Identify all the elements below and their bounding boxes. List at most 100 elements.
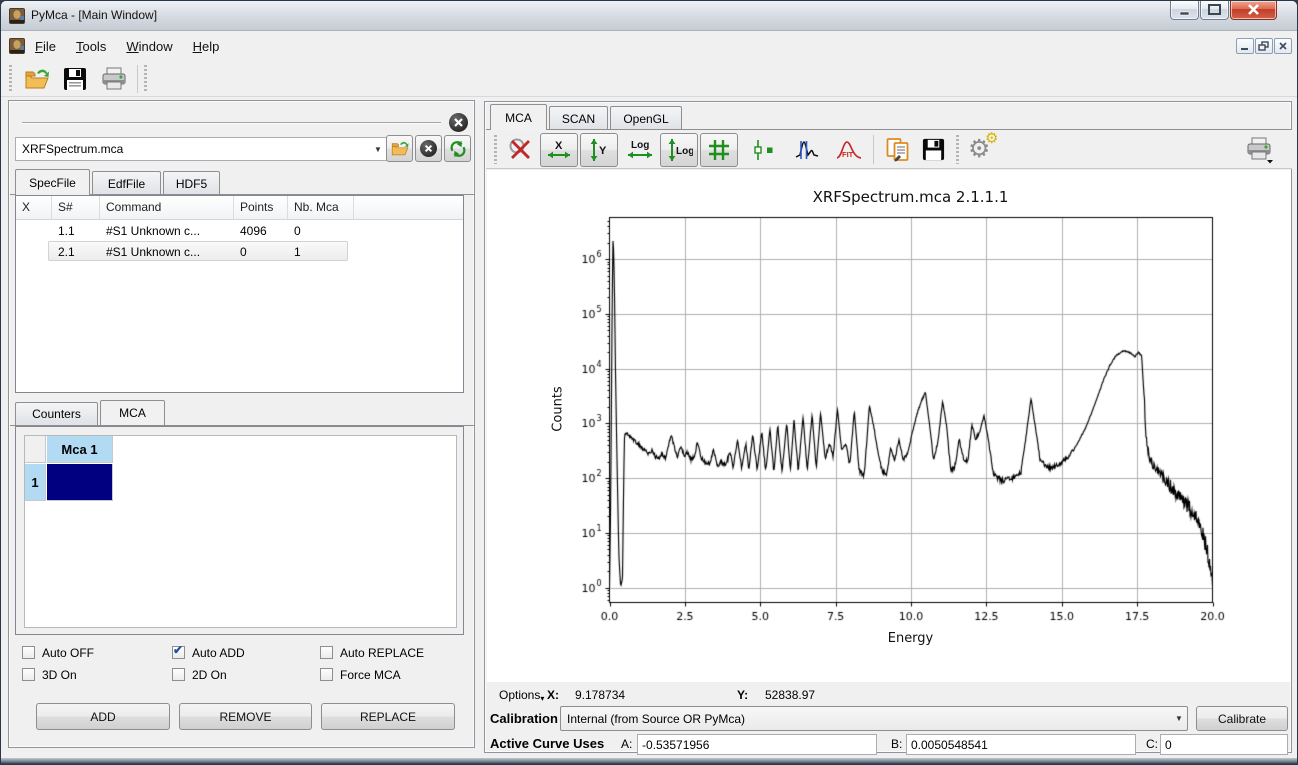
tab-baseline (10, 425, 475, 426)
mca-row-header[interactable]: 1 (25, 464, 46, 501)
mca-column-header[interactable]: Mca 1 (47, 436, 113, 463)
mca-table: Mca 1 1 (24, 435, 457, 628)
plugins-gear-icon[interactable]: ⚙ ⚙ (964, 131, 1004, 167)
replace-button[interactable]: REPLACE (321, 703, 455, 730)
options-button[interactable]: Options▾ (499, 688, 544, 702)
refresh-file-button[interactable] (444, 135, 471, 162)
tab-view-scan[interactable]: SCAN (549, 106, 608, 130)
menu-tools[interactable]: Tools (66, 35, 116, 58)
mdi-close-button[interactable] (1274, 38, 1292, 54)
col-header-s[interactable]: S# (52, 196, 100, 219)
plot-panel: MCA SCAN OpenGL X Y Log Log FIT (484, 101, 1292, 753)
svg-text:Y: Y (599, 145, 607, 157)
scan-table: X S# Command Points Nb. Mca 1.1 #S1 Unkn… (15, 195, 464, 393)
checkbox-box: ✔ (172, 646, 185, 659)
mca-table-corner (25, 436, 46, 463)
zoom-reset-icon[interactable] (502, 133, 538, 166)
cursor-y-value: 52838.97 (765, 688, 815, 702)
checkbox-auto-add[interactable]: ✔Auto ADD (172, 646, 245, 660)
scan-row-2[interactable]: 2.1 #S1 Unknown c... 0 1 (16, 241, 463, 262)
add-button[interactable]: ADD (36, 703, 170, 730)
x-autoscale-button[interactable]: X (540, 133, 578, 167)
svg-text:FIT: FIT (842, 150, 854, 159)
coef-b-input[interactable]: 0.0050548541 (906, 734, 1136, 755)
combo-arrow-icon: ▼ (370, 145, 386, 154)
cursor-x-value: 9.178734 (575, 688, 625, 702)
print-plot-icon[interactable] (1237, 133, 1281, 166)
checkbox-box: ✔ (320, 646, 333, 659)
window-close-button[interactable] (1230, 1, 1277, 20)
calibrate-button[interactable]: Calibrate (1196, 706, 1288, 731)
close-file-button[interactable] (415, 135, 442, 162)
open-file-button[interactable] (386, 135, 413, 162)
col-header-x[interactable]: X (16, 196, 52, 219)
tab-counters[interactable]: Counters (15, 402, 98, 425)
fit-icon[interactable]: FIT (830, 133, 868, 166)
cursor-x-label: X: (547, 688, 559, 702)
coef-a-input[interactable]: -0.53571956 (637, 734, 877, 755)
col-header-points[interactable]: Points (234, 196, 288, 219)
menu-window[interactable]: Window (116, 35, 182, 58)
tab-specfile[interactable]: SpecFile (15, 169, 90, 195)
menu-bar: File Tools Window Help (1, 31, 1297, 61)
tab-view-mca[interactable]: MCA (490, 104, 547, 130)
save-plot-icon[interactable] (916, 133, 950, 166)
svg-text:Log: Log (676, 146, 693, 157)
col-header-nbmca[interactable]: Nb. Mca (288, 196, 354, 219)
toolbar-grip[interactable] (9, 65, 12, 93)
save-icon[interactable] (59, 64, 91, 94)
toolbar-grip[interactable] (144, 65, 147, 93)
checkbox-2d-on[interactable]: ✔2D On (172, 668, 227, 682)
pymca-app-icon (9, 8, 25, 24)
coef-c-input[interactable]: 0 (1160, 734, 1288, 755)
y-log-button[interactable]: Log (660, 133, 698, 167)
energy-selection-icon[interactable] (788, 133, 826, 166)
mca-table-frame: Mca 1 1 (15, 426, 464, 635)
calibration-label: Calibration (490, 711, 558, 726)
coef-b-label: B: (891, 737, 902, 751)
copy-clipboard-icon[interactable] (880, 133, 916, 166)
crosshair-points-icon[interactable] (744, 133, 782, 166)
print-icon[interactable] (97, 64, 131, 94)
y-autoscale-button[interactable]: Y (580, 133, 618, 167)
remove-button[interactable]: REMOVE (179, 703, 312, 730)
svg-text:Log: Log (631, 140, 649, 151)
tab-mca[interactable]: MCA (100, 400, 165, 425)
menu-file[interactable]: File (25, 35, 66, 58)
scan-row-1[interactable]: 1.1 #S1 Unknown c... 4096 0 (16, 220, 463, 241)
checkbox-auto-replace[interactable]: ✔Auto REPLACE (320, 646, 424, 660)
toolbar-grip[interactable] (956, 135, 959, 164)
mca-selected-cell[interactable] (47, 464, 113, 501)
combo-arrow-icon: ▼ (1171, 714, 1187, 723)
calibration-combobox[interactable]: Internal (from Source OR PyMca) ▼ (560, 706, 1188, 731)
pymca-main-window: PyMca - [Main Window] File Tools Window … (0, 0, 1298, 765)
tab-edffile[interactable]: EdfFile (92, 171, 161, 195)
checkbox-3d-on[interactable]: ✔3D On (22, 668, 77, 682)
checkbox-box: ✔ (22, 668, 35, 681)
window-minimize-button[interactable] (1170, 1, 1199, 20)
source-file-combobox[interactable]: XRFSpectrum.mca ▼ (15, 137, 387, 161)
open-source-icon[interactable] (21, 64, 53, 94)
window-maximize-button[interactable] (1200, 1, 1229, 20)
window-title: PyMca - [Main Window] (31, 8, 157, 22)
menu-help[interactable]: Help (183, 35, 230, 58)
mdi-minimize-button[interactable] (1236, 38, 1254, 54)
checkbox-auto-off[interactable]: ✔Auto OFF (22, 646, 94, 660)
x-axis-label: Energy (609, 631, 1212, 646)
tab-hdf5[interactable]: HDF5 (163, 171, 220, 195)
tab-view-opengl[interactable]: OpenGL (610, 106, 682, 130)
x-log-icon[interactable]: Log (622, 133, 658, 166)
checkbox-box: ✔ (22, 646, 35, 659)
source-file-value: XRFSpectrum.mca (16, 142, 370, 156)
close-circle-icon (420, 140, 437, 157)
grid-button[interactable] (700, 133, 738, 167)
source-panel: XRFSpectrum.mca ▼ SpecFile (8, 100, 475, 748)
toolbar-separator (873, 135, 874, 164)
mdi-restore-button[interactable] (1255, 38, 1273, 54)
checkbox-force-mca[interactable]: ✔Force MCA (320, 668, 401, 682)
toolbar-grip[interactable] (494, 135, 497, 164)
checkbox-box: ✔ (320, 668, 333, 681)
col-header-command[interactable]: Command (100, 196, 234, 219)
close-source-button[interactable] (449, 113, 468, 132)
mca-plot-canvas[interactable] (552, 207, 1232, 647)
